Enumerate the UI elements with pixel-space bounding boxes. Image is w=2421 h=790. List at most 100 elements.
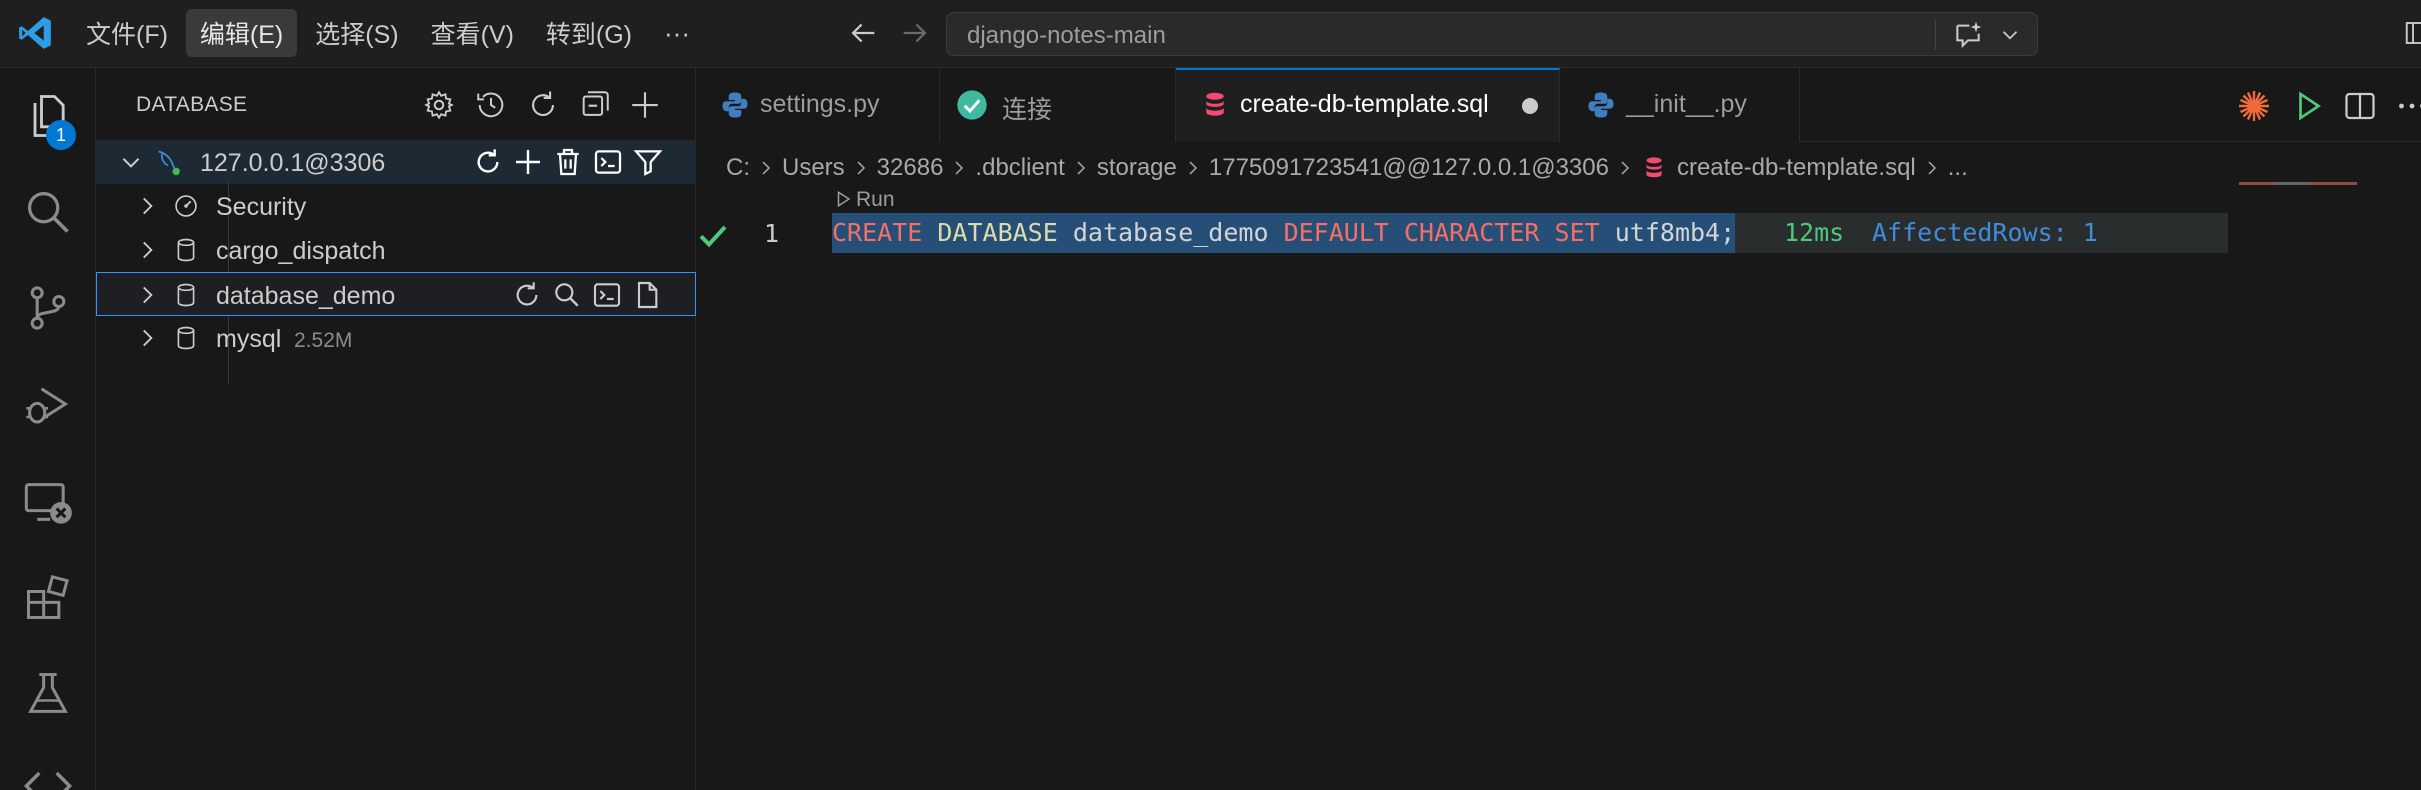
- chevron-right-icon: [762, 161, 771, 175]
- explorer-badge: 1: [46, 120, 76, 150]
- menu-bar: 文件(F) 编辑(E) 选择(S) 查看(V) 转到(G) ···: [72, 9, 704, 57]
- tree-item-database[interactable]: mysql 2.52M: [96, 316, 696, 360]
- code-token: DEFAULT: [1283, 218, 1389, 247]
- more-actions-icon[interactable]: [2394, 88, 2421, 124]
- search-icon[interactable]: [22, 186, 74, 238]
- menu-file[interactable]: 文件(F): [72, 9, 182, 57]
- tree-item-label: Security: [216, 193, 307, 221]
- success-check-icon: [699, 225, 727, 248]
- source-control-icon[interactable]: [22, 282, 74, 334]
- toggle-primary-sidebar-icon[interactable]: [2402, 18, 2421, 48]
- refresh-icon[interactable]: [472, 146, 504, 178]
- split-editor-icon[interactable]: [2342, 88, 2378, 124]
- sidebar-header: DATABASE: [96, 68, 696, 142]
- breadcrumb-item[interactable]: storage: [1097, 154, 1177, 182]
- check-circle-icon: [957, 90, 987, 120]
- sparkle-burst-icon[interactable]: [2236, 88, 2272, 124]
- chevron-right-icon[interactable]: [134, 324, 160, 352]
- tab-label: __init__.py: [1626, 90, 1747, 118]
- settings-gear-icon[interactable]: [422, 88, 456, 122]
- sidebar-title: DATABASE: [136, 93, 248, 116]
- database-icon: [177, 238, 195, 262]
- run-debug-icon[interactable]: [22, 378, 74, 430]
- terminal-icon[interactable]: [592, 146, 624, 178]
- code-token: SET: [1554, 218, 1600, 247]
- forward-arrow-icon[interactable]: [898, 16, 932, 50]
- tree-item-label: cargo_dispatch: [216, 237, 386, 265]
- tab-settings-py[interactable]: settings.py: [696, 68, 940, 142]
- add-icon[interactable]: [512, 146, 544, 178]
- chevron-right-icon[interactable]: [134, 192, 160, 220]
- new-file-icon[interactable]: [631, 279, 663, 311]
- connection-label: 127.0.0.1@3306: [200, 149, 386, 177]
- testing-flask-icon[interactable]: [22, 668, 74, 720]
- tree-item-database-selected[interactable]: database_demo: [96, 272, 696, 316]
- add-connection-icon[interactable]: [628, 88, 662, 122]
- remote-explorer-icon[interactable]: [22, 476, 74, 528]
- chevron-right-icon[interactable]: [134, 281, 160, 309]
- unsaved-dot-icon[interactable]: [1522, 98, 1538, 114]
- collapse-all-icon[interactable]: [578, 88, 612, 122]
- menu-edit[interactable]: 编辑(E): [185, 9, 298, 57]
- run-play-icon[interactable]: [2290, 88, 2326, 124]
- code-line[interactable]: 1 CREATE DATABASE database_demo DEFAULT …: [696, 213, 2421, 257]
- menu-more-button[interactable]: ···: [650, 18, 704, 49]
- menu-selection[interactable]: 选择(S): [301, 9, 412, 57]
- tab-create-db-template-sql[interactable]: create-db-template.sql: [1176, 68, 1560, 142]
- chevron-down-icon[interactable]: [1997, 21, 2023, 49]
- database-icon: [1646, 157, 1662, 178]
- command-center-search[interactable]: django-notes-main: [946, 12, 2038, 56]
- code-token: CREATE: [832, 218, 923, 247]
- python-icon: [1588, 92, 1614, 118]
- vscode-logo-icon[interactable]: [16, 14, 54, 52]
- tab-connection[interactable]: 连接: [940, 68, 1176, 142]
- security-gauge-icon: [175, 195, 197, 217]
- history-icon[interactable]: [474, 88, 508, 122]
- chevron-right-icon[interactable]: [134, 236, 160, 264]
- tab-init-py[interactable]: __init__.py: [1560, 68, 1800, 142]
- terminal-icon[interactable]: [591, 279, 623, 311]
- connection-row[interactable]: 127.0.0.1@3306: [96, 140, 696, 184]
- tab-label: settings.py: [760, 90, 880, 118]
- title-bar: 文件(F) 编辑(E) 选择(S) 查看(V) 转到(G) ··· django…: [0, 0, 2421, 68]
- back-arrow-icon[interactable]: [846, 16, 880, 50]
- tree-item-database[interactable]: cargo_dispatch: [96, 228, 696, 272]
- menu-view[interactable]: 查看(V): [417, 9, 528, 57]
- search-icon[interactable]: [551, 279, 583, 311]
- sql-statement[interactable]: CREATE DATABASE database_demo DEFAULT CH…: [832, 213, 1736, 253]
- codelens-run[interactable]: Run: [834, 188, 895, 212]
- database-icon: [177, 326, 195, 350]
- menu-go[interactable]: 转到(G): [532, 9, 646, 57]
- chat-icon[interactable]: [1951, 19, 1985, 51]
- breadcrumb-item[interactable]: ...: [1948, 154, 1968, 182]
- editor-area: settings.py 连接 create-db-template.sql __: [696, 68, 2421, 790]
- minimap[interactable]: [2239, 182, 2357, 185]
- chevron-down-icon[interactable]: [118, 148, 144, 176]
- breadcrumb-item[interactable]: C:: [726, 154, 750, 182]
- chevron-right-icon: [1077, 161, 1085, 175]
- database-icon: [1206, 92, 1224, 116]
- breadcrumb-item[interactable]: 1775091723541@@127.0.0.1@3306: [1209, 154, 1609, 182]
- extensions-icon[interactable]: [22, 572, 74, 624]
- breadcrumb-item[interactable]: Users: [782, 154, 845, 182]
- refresh-icon[interactable]: [526, 88, 560, 122]
- tree-item-label: mysql: [216, 325, 282, 353]
- tab-bar: settings.py 连接 create-db-template.sql __: [696, 68, 2421, 142]
- filter-icon[interactable]: [632, 146, 664, 178]
- command-center-text: django-notes-main: [967, 22, 1166, 49]
- refresh-icon[interactable]: [511, 279, 543, 311]
- breadcrumb-item[interactable]: 32686: [877, 154, 944, 182]
- database-icon: [177, 283, 195, 307]
- activity-bar: 1: [0, 68, 96, 790]
- delete-trash-icon[interactable]: [552, 146, 584, 178]
- database-size: 2.52M: [294, 329, 353, 352]
- affected-rows: AffectedRows: 1: [1872, 218, 2098, 247]
- database-sidebar: DATABASE 127.0.0.1@3306 Security cargo_d…: [96, 68, 696, 790]
- code-icon[interactable]: [22, 760, 74, 790]
- play-outline-icon: [837, 190, 851, 208]
- tree-item-security[interactable]: Security: [96, 184, 696, 228]
- breadcrumb-item[interactable]: create-db-template.sql: [1677, 154, 1916, 182]
- breadcrumb-item[interactable]: .dbclient: [975, 154, 1064, 182]
